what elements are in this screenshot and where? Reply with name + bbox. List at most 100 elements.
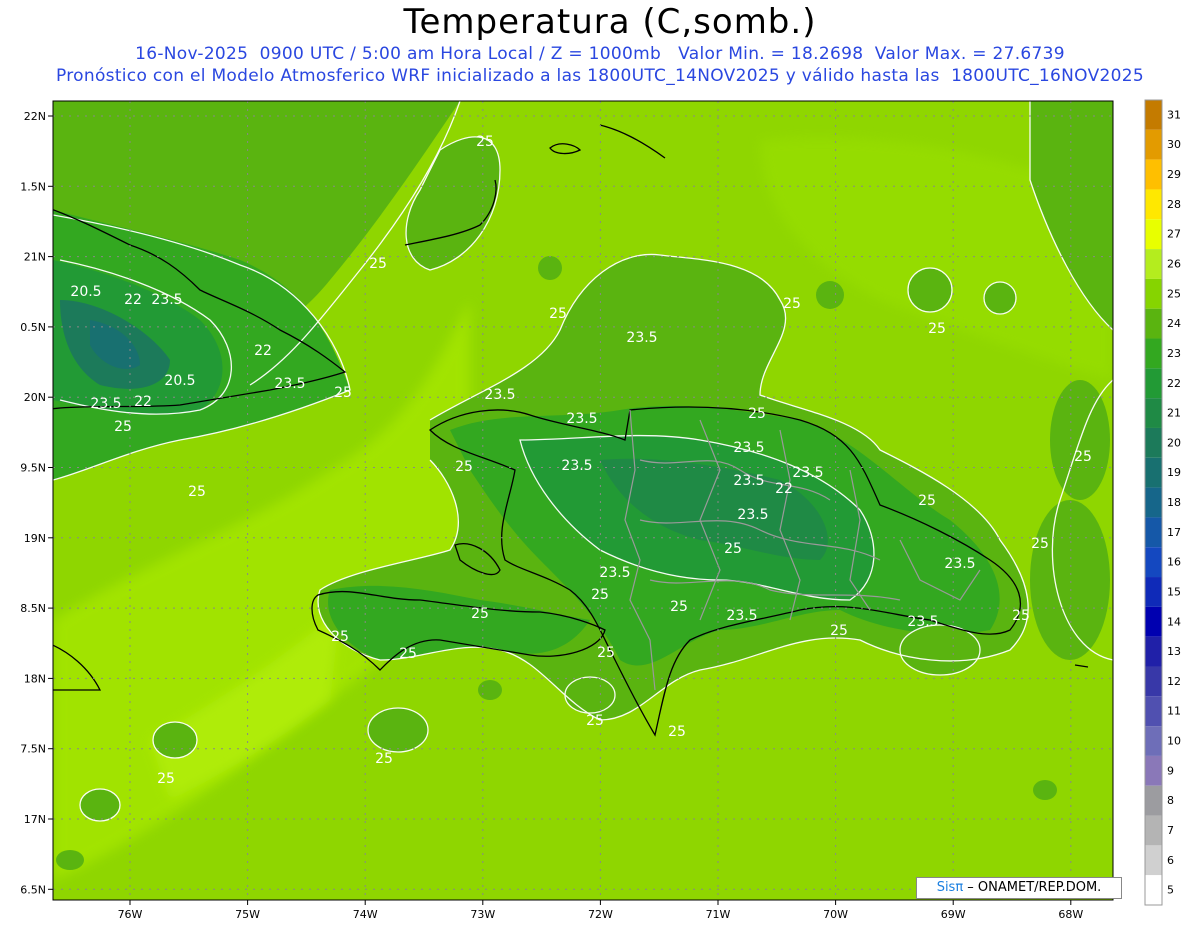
contour-label: 25 <box>586 713 604 729</box>
lat-label: 8.5N <box>20 602 46 615</box>
lon-label: 74W <box>353 908 378 921</box>
contour-label: 25 <box>1074 449 1092 465</box>
colorbar-label: 10 <box>1167 735 1181 748</box>
lat-label: 19N <box>24 532 46 545</box>
colorbar-label: 21 <box>1167 407 1181 420</box>
colorbar-label: 20 <box>1167 436 1181 449</box>
contour-label: 25 <box>591 587 609 603</box>
colorbar-label: 27 <box>1167 228 1181 241</box>
colorbar-swatch <box>1145 427 1162 458</box>
colorbar-swatch <box>1145 368 1162 399</box>
contour-label: 25 <box>918 493 936 509</box>
colorbar-swatch <box>1145 666 1162 697</box>
contour-label: 23.5 <box>626 330 657 346</box>
lon-label: 68W <box>1058 908 1083 921</box>
colorbar: 31 30 29 28 27 26 25 24 23 22 21 20 19 18 17 16 15 14 13 12… <box>1144 99 1181 906</box>
colorbar-label: 12 <box>1167 675 1181 688</box>
contour-label: 23.5 <box>90 396 121 412</box>
lon-label: 69W <box>941 908 966 921</box>
colorbar-label: 22 <box>1167 377 1181 390</box>
sispi-logo: Sisπ <box>936 880 964 895</box>
lat-label: 18N <box>24 672 46 685</box>
contour-label: 25 <box>331 629 349 645</box>
colorbar-label: 6 <box>1167 854 1174 867</box>
colorbar-label: 14 <box>1167 615 1181 628</box>
colorbar-swatch <box>1145 726 1162 756</box>
contour-label: 25 <box>157 771 175 787</box>
colorbar-label: 11 <box>1167 705 1181 718</box>
colorbar-label: 23 <box>1167 347 1181 360</box>
lat-label: 9.5N <box>20 462 46 475</box>
contour-label: 23.5 <box>792 465 823 481</box>
contour-label: 25 <box>455 459 473 475</box>
contour-label: 25 <box>670 599 688 615</box>
credit-text: – ONAMET/REP.DOM. <box>963 880 1102 895</box>
colorbar-swatch <box>1145 278 1162 309</box>
colorbar-label: 24 <box>1167 317 1181 330</box>
colorbar-label: 7 <box>1167 824 1174 837</box>
contour-label: 25 <box>1012 608 1030 624</box>
colorbar-label: 26 <box>1167 257 1181 270</box>
contour-label: 23.5 <box>566 411 597 427</box>
colorbar-swatch <box>1145 755 1162 786</box>
colorbar-swatch <box>1145 129 1162 160</box>
lat-label: 17N <box>24 813 46 826</box>
contour-label: 25 <box>549 306 567 322</box>
contour-label: 23.5 <box>274 376 305 392</box>
colorbar-swatch <box>1145 398 1162 428</box>
lat-label: 6.5N <box>20 883 46 896</box>
colorbar-label: 16 <box>1167 556 1181 569</box>
lat-label: 22N <box>24 110 46 123</box>
lat-label: 20N <box>24 391 46 404</box>
contour-label: 25 <box>334 385 352 401</box>
contour-label: 23.5 <box>733 473 764 489</box>
colorbar-swatch <box>1145 577 1162 607</box>
colorbar-swatch <box>1145 249 1162 279</box>
colorbar-label: 30 <box>1167 138 1181 151</box>
colorbar-label: 13 <box>1167 645 1181 658</box>
colorbar-swatch <box>1145 815 1162 846</box>
colorbar-swatch <box>1145 159 1162 190</box>
credit-box: Sisπ – ONAMET/REP.DOM. <box>916 877 1122 899</box>
lon-label: 70W <box>823 908 848 921</box>
colorbar-swatch <box>1145 875 1162 905</box>
contour-label: 25 <box>783 296 801 312</box>
colorbar-label: 25 <box>1167 287 1181 300</box>
contour-label: 23.5 <box>484 387 515 403</box>
colorbar-swatch <box>1145 606 1162 637</box>
colorbar-label: 28 <box>1167 198 1181 211</box>
contour-label: 23.5 <box>907 614 938 630</box>
colorbar-label: 17 <box>1167 526 1181 539</box>
contour-label: 23.5 <box>151 292 182 308</box>
colorbar-swatch <box>1145 547 1162 578</box>
contour-label: 25 <box>1031 536 1049 552</box>
colorbar-swatch <box>1145 785 1162 816</box>
contour-label: 22 <box>124 292 142 308</box>
temperature-map: 22N 1.5N 21N 0.5N 20N 9.5N 19N 8.5N 18N 7.5N 17N 6.… <box>20 99 1181 921</box>
colorbar-label: 5 <box>1167 884 1174 897</box>
contour-label: 25 <box>928 321 946 337</box>
contour-label: 25 <box>724 541 742 557</box>
colorbar-label: 29 <box>1167 168 1181 181</box>
contour-label: 22 <box>775 481 793 497</box>
contour-label: 22 <box>134 394 152 410</box>
colorbar-swatch <box>1145 636 1162 667</box>
colorbar-swatch <box>1145 100 1162 130</box>
lat-label: 7.5N <box>20 743 46 756</box>
colorbar-label: 19 <box>1167 466 1181 479</box>
contour-label: 25 <box>476 134 494 150</box>
colorbar-label: 18 <box>1167 496 1181 509</box>
contour-label: 25 <box>375 751 393 767</box>
contour-label: 25 <box>748 406 766 422</box>
colorbar-label: 15 <box>1167 585 1181 598</box>
colorbar-swatch <box>1145 219 1162 250</box>
colorbar-label: 8 <box>1167 794 1174 807</box>
colorbar-label: 31 <box>1167 108 1181 121</box>
contour-label: 25 <box>188 484 206 500</box>
colorbar-swatch <box>1145 457 1162 488</box>
lon-label: 72W <box>588 908 613 921</box>
lat-label: 1.5N <box>20 180 46 193</box>
latitude-labels: 22N 1.5N 21N 0.5N 20N 9.5N 19N 8.5N 18N 7.5N 17N 6.… <box>20 110 53 896</box>
lon-label: 75W <box>235 908 260 921</box>
lon-label: 73W <box>470 908 495 921</box>
